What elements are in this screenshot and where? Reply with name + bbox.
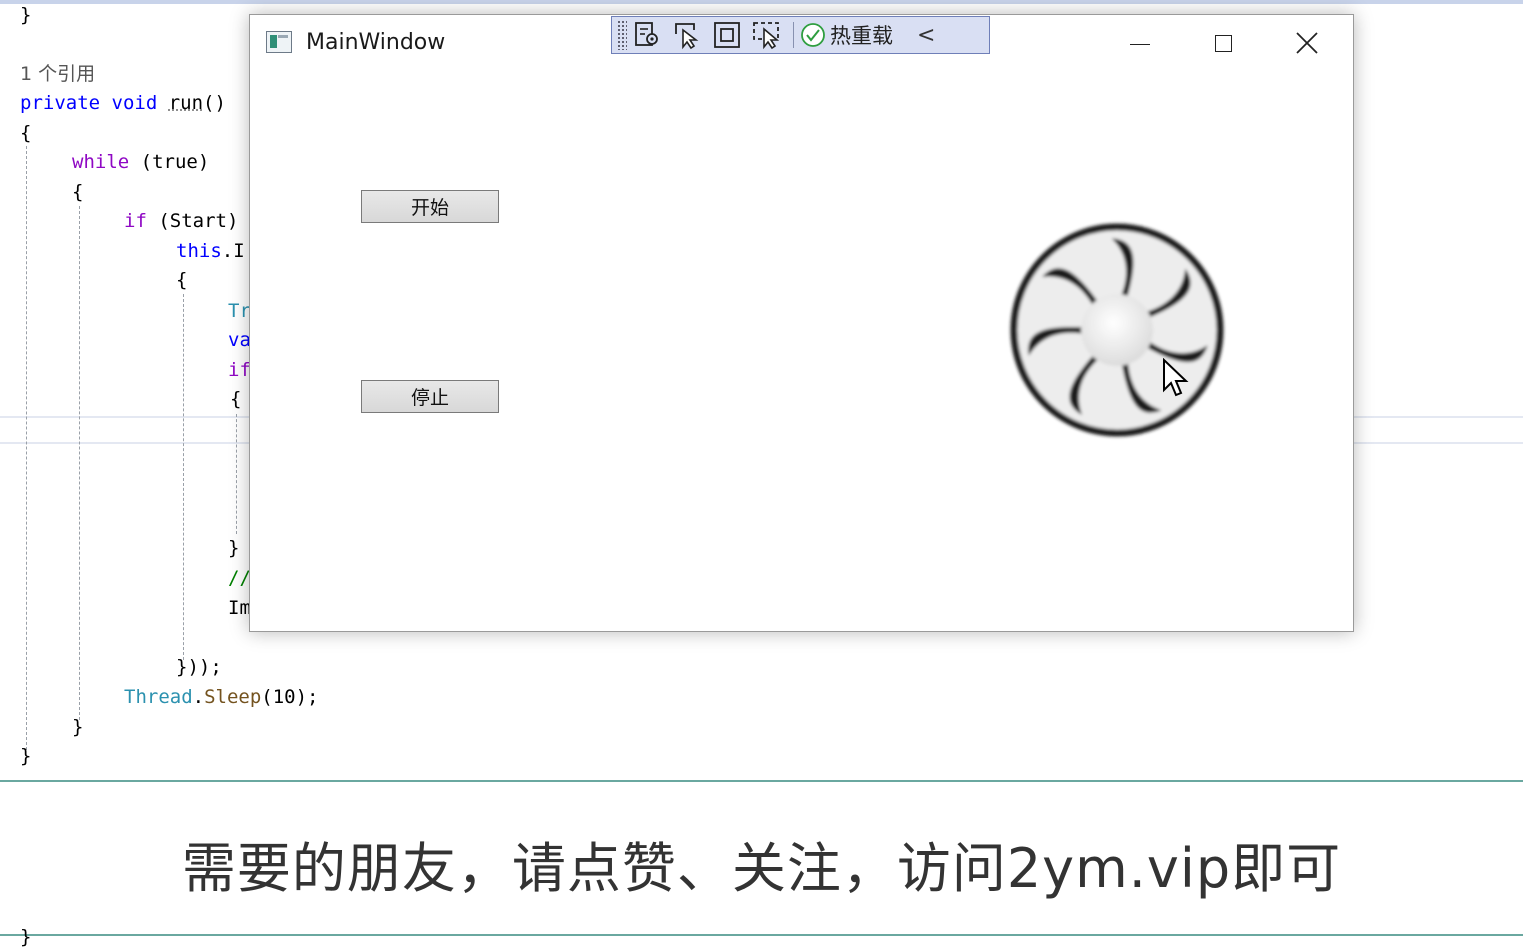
code-line[interactable]: { [230,388,241,410]
code-line[interactable]: } [228,537,239,559]
hot-reload-status[interactable]: 热重载 [800,20,893,50]
start-button[interactable]: 开始 [361,190,499,223]
sleep-args: (10); [261,686,319,708]
indent-guide [236,414,237,534]
code-line[interactable]: { [20,122,31,144]
window-title-bar[interactable]: MainWindow 热重载 < [250,15,1353,73]
code-line-this[interactable]: this.I [176,240,245,262]
close-button[interactable] [1265,15,1349,71]
code-line-signature[interactable]: private void run() [20,92,226,114]
code-line[interactable]: } [20,4,31,26]
maximize-icon [1214,34,1232,52]
maximize-button[interactable] [1181,15,1265,71]
code-line[interactable]: va [228,329,251,351]
code-line[interactable]: Im [228,597,251,619]
code-line-while[interactable]: while (true) [72,151,209,173]
minimize-button[interactable] [1098,15,1182,71]
keyword-private-void: private void [20,92,169,114]
close-icon [1296,32,1318,54]
main-window[interactable]: MainWindow 热重载 < 开始 停止 [249,14,1354,632]
code-line[interactable]: } [72,716,83,738]
code-line[interactable]: if [228,359,251,381]
member-dot: . [192,686,205,708]
subtitle-band: 需要的朋友，请点赞、关注，访问2ym.vip即可 [0,780,1523,936]
code-line[interactable]: Tr [228,300,251,322]
this-member: .I [221,240,245,262]
editor-top-rule [0,0,1523,4]
display-layout-adorners-icon[interactable] [707,18,747,52]
window-title: MainWindow [306,30,446,55]
code-line[interactable]: })); [176,656,222,678]
toolbar-grip-icon[interactable] [617,20,627,50]
keyword-while: while [72,151,130,173]
while-condition: (true) [129,151,210,173]
minimize-icon [1130,43,1150,45]
indent-guide [79,206,80,720]
stop-button[interactable]: 停止 [361,380,499,413]
fan-image [1010,223,1224,437]
code-line[interactable]: { [72,181,83,203]
if-condition: (Start) [146,210,239,232]
live-visual-tree-icon[interactable] [627,18,667,52]
code-line-comment[interactable]: // [228,567,251,589]
window-app-icon [266,31,292,53]
signature-parens: () [203,92,226,114]
code-line[interactable]: } [20,926,31,948]
toolbar-separator [793,22,794,48]
indent-guide [26,146,27,750]
code-line[interactable]: } [20,745,31,767]
mouse-cursor-icon [1163,358,1189,397]
xaml-debug-toolbar[interactable]: 热重载 < [611,16,990,54]
indent-guide [183,294,184,660]
keyword-this: this [176,240,222,262]
collapse-toolbar-icon[interactable]: < [917,23,935,48]
hot-reload-check-icon [801,23,825,47]
code-line[interactable]: { [176,269,187,291]
code-line-if[interactable]: if (Start) [124,210,238,232]
hot-reload-label: 热重载 [830,24,893,48]
track-focus-icon[interactable] [747,18,787,52]
code-line-sleep[interactable]: Thread.Sleep(10); [124,686,319,708]
keyword-if: if [124,210,147,232]
reference-count-lens[interactable]: 1 个引用 [20,63,95,85]
video-subtitle: 需要的朋友，请点赞、关注，访问2ym.vip即可 [181,837,1342,900]
type-thread: Thread [124,686,193,708]
method-sleep: Sleep [204,686,262,708]
select-element-icon[interactable] [667,18,707,52]
method-name-run: run [168,92,204,114]
